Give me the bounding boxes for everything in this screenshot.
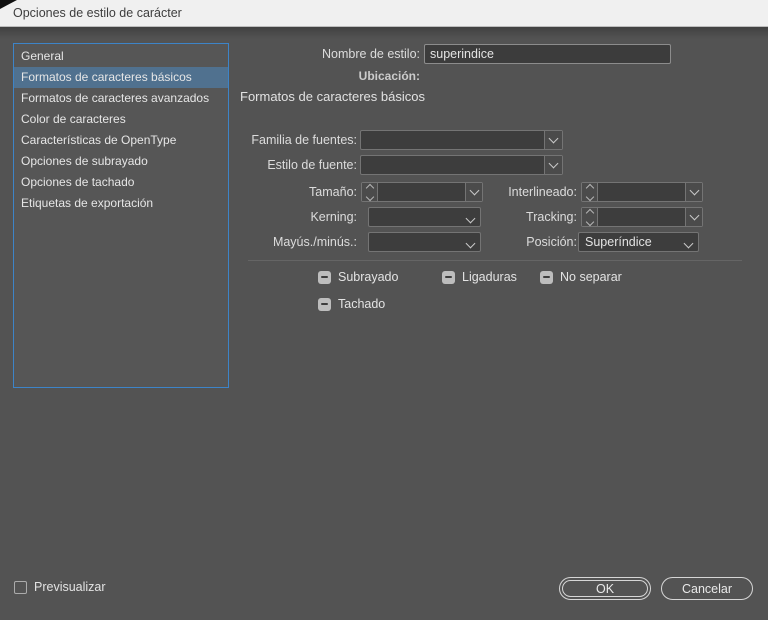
font-family-value	[361, 131, 544, 149]
chevron-down-icon	[548, 158, 559, 169]
leading-label: Interlineado:	[508, 185, 577, 199]
size-label: Tamaño:	[309, 185, 357, 199]
ligatures-checkbox-label: Ligaduras	[462, 270, 517, 284]
sidebar-item-general[interactable]: General	[14, 46, 228, 67]
cancel-button[interactable]: Cancelar	[661, 577, 753, 600]
style-name-label: Nombre de estilo:	[322, 47, 420, 61]
stepper-up-icon	[365, 183, 374, 192]
tracking-chevron-button[interactable]	[685, 208, 702, 226]
character-style-options-dialog: Opciones de estilo de carácter General F…	[0, 0, 768, 620]
leading-chevron-button[interactable]	[685, 183, 702, 201]
size-stepper[interactable]	[362, 183, 378, 201]
ok-button[interactable]: OK	[559, 577, 651, 600]
dialog-body: General Formatos de caracteres básicos F…	[0, 27, 768, 620]
preview-checkbox[interactable]: Previsualizar	[14, 580, 106, 594]
size-chevron-button[interactable]	[465, 183, 482, 201]
font-style-label: Estilo de fuente:	[267, 158, 357, 172]
chevron-down-icon	[689, 210, 699, 221]
font-style-dropdown[interactable]	[360, 155, 563, 175]
kerning-label: Kerning:	[310, 210, 357, 224]
no-break-checkbox[interactable]: No separar	[540, 270, 622, 284]
preview-checkbox-label: Previsualizar	[34, 580, 106, 594]
location-label: Ubicación:	[358, 69, 420, 83]
font-style-chevron-button[interactable]	[544, 156, 562, 174]
tracking-combobox[interactable]	[581, 207, 703, 227]
sidebar-item-advanced-character-formats[interactable]: Formatos de caracteres avanzados	[14, 88, 228, 109]
stepper-down-icon	[585, 217, 594, 226]
kerning-value	[369, 208, 480, 226]
no-break-checkbox-label: No separar	[560, 270, 622, 284]
leading-combobox[interactable]	[581, 182, 703, 202]
position-label: Posición:	[526, 235, 577, 249]
leading-stepper[interactable]	[582, 183, 598, 201]
size-value	[378, 183, 465, 201]
stepper-up-icon	[585, 208, 594, 217]
sidebar-item-basic-character-formats[interactable]: Formatos de caracteres básicos	[14, 67, 228, 88]
font-style-value	[361, 156, 544, 174]
case-label: Mayús./minús.:	[272, 235, 357, 249]
strikethrough-checkbox[interactable]: Tachado	[318, 297, 385, 311]
dialog-title: Opciones de estilo de carácter	[13, 6, 182, 20]
tracking-label: Tracking:	[526, 210, 577, 224]
position-value: Superíndice	[585, 235, 652, 249]
tracking-stepper[interactable]	[582, 208, 598, 226]
strikethrough-checkbox-label: Tachado	[338, 297, 386, 311]
font-family-dropdown[interactable]	[360, 130, 563, 150]
sidebar-item-strikethrough-options[interactable]: Opciones de tachado	[14, 172, 228, 193]
stepper-up-icon	[585, 183, 594, 192]
leading-value	[598, 183, 685, 201]
dialog-titlebar: Opciones de estilo de carácter	[0, 0, 768, 27]
indeterminate-checkbox-icon	[442, 270, 455, 284]
font-family-chevron-button[interactable]	[544, 131, 562, 149]
indeterminate-checkbox-icon	[318, 297, 331, 311]
case-dropdown[interactable]	[368, 232, 481, 252]
tracking-value	[598, 208, 685, 226]
chevron-down-icon	[469, 185, 479, 196]
unchecked-checkbox-icon	[14, 580, 27, 594]
underline-checkbox[interactable]: Subrayado	[318, 270, 398, 284]
section-separator	[248, 260, 742, 261]
indeterminate-checkbox-icon	[540, 270, 553, 284]
style-name-input[interactable]	[424, 44, 671, 64]
size-combobox[interactable]	[361, 182, 483, 202]
sidebar-item-opentype-features[interactable]: Características de OpenType	[14, 130, 228, 151]
sidebar-item-character-color[interactable]: Color de caracteres	[14, 109, 228, 130]
kerning-dropdown[interactable]	[368, 207, 481, 227]
position-dropdown[interactable]: Superíndice	[578, 232, 699, 252]
sidebar-panel-list: General Formatos de caracteres básicos F…	[13, 43, 229, 388]
font-family-label: Familia de fuentes:	[251, 133, 357, 147]
sidebar-item-export-tagging[interactable]: Etiquetas de exportación	[14, 193, 228, 214]
section-title: Formatos de caracteres básicos	[240, 89, 425, 104]
stepper-down-icon	[365, 192, 374, 201]
stepper-down-icon	[585, 192, 594, 201]
underline-checkbox-label: Subrayado	[338, 270, 399, 284]
case-value	[369, 233, 480, 251]
sidebar-item-underline-options[interactable]: Opciones de subrayado	[14, 151, 228, 172]
indeterminate-checkbox-icon	[318, 270, 331, 284]
ligatures-checkbox[interactable]: Ligaduras	[442, 270, 517, 284]
chevron-down-icon	[548, 133, 559, 144]
chevron-down-icon	[689, 185, 699, 196]
